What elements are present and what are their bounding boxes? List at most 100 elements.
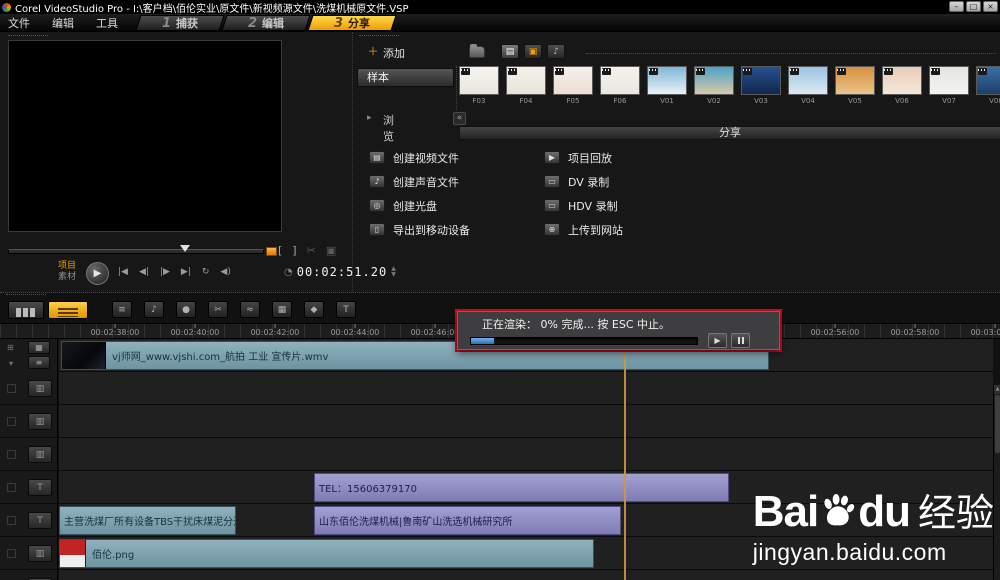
photo-media-icon[interactable]: ▣ bbox=[524, 44, 542, 59]
batch-icon[interactable]: ▦ bbox=[272, 301, 292, 318]
timeline-clip[interactable]: 佰伦.png bbox=[59, 539, 594, 568]
share-option[interactable]: ⊕ 上传到网站 bbox=[544, 222, 623, 237]
browse-label[interactable]: 浏览 bbox=[383, 112, 394, 144]
library-thumbnail[interactable]: V05 bbox=[835, 66, 875, 114]
preview-seekbar[interactable] bbox=[8, 245, 277, 256]
library-thumbnail[interactable]: F05 bbox=[553, 66, 593, 114]
seekbar-groove[interactable] bbox=[8, 249, 264, 254]
overlay-track-icon[interactable]: ▥ bbox=[28, 446, 52, 463]
track-header: ▥ bbox=[0, 438, 58, 471]
tab-share[interactable]: 3 分享 bbox=[307, 15, 397, 31]
list-view-icon[interactable]: ≡ bbox=[28, 356, 50, 369]
track-ripple-icon[interactable] bbox=[7, 417, 16, 426]
menu-item[interactable]: 文件 bbox=[8, 15, 30, 31]
gallery-category-sample[interactable]: 样本 bbox=[357, 68, 454, 87]
mark-in-icon[interactable]: [ bbox=[278, 244, 282, 257]
project-mode-label[interactable]: 项目 bbox=[58, 261, 76, 272]
overlay-track-icon[interactable]: ▥ bbox=[28, 413, 52, 430]
track-ripple-icon[interactable] bbox=[7, 516, 16, 525]
playhead[interactable] bbox=[624, 323, 626, 580]
overlay-track-icon[interactable]: ▥ bbox=[28, 380, 52, 397]
audio-media-icon[interactable]: ♪ bbox=[547, 44, 565, 59]
add-gallery-label[interactable]: 添加 bbox=[383, 45, 405, 61]
skip-start-icon[interactable]: |◀ bbox=[118, 267, 128, 277]
repeat-icon[interactable]: ↻ bbox=[202, 267, 210, 277]
clip-mode-label[interactable]: 素材 bbox=[58, 272, 76, 283]
library-thumbnail[interactable]: V01 bbox=[647, 66, 687, 114]
video-media-icon[interactable]: ▤ bbox=[501, 44, 519, 59]
film-tag-icon bbox=[555, 68, 564, 75]
maximize-button[interactable]: □ bbox=[966, 1, 981, 12]
library-thumbnail[interactable]: F04 bbox=[506, 66, 546, 114]
library-thumbnail[interactable]: V03 bbox=[741, 66, 781, 114]
menu-item[interactable]: 工具 bbox=[96, 15, 118, 31]
share-options-right: ▶ 项目回放 ▭ DV 录制 ▭ HDV 录制 ⊕ 上传到网站 bbox=[544, 150, 623, 237]
library-thumbnail[interactable]: V07 bbox=[929, 66, 969, 114]
pause-icon[interactable] bbox=[731, 333, 750, 348]
tab-edit[interactable]: 2 编辑 bbox=[221, 15, 311, 31]
share-option[interactable]: ▭ HDV 录制 bbox=[544, 198, 623, 213]
collapse-panel-button[interactable]: « bbox=[453, 112, 466, 125]
seekbar-marker[interactable] bbox=[180, 245, 190, 252]
watermark-du: du bbox=[858, 487, 911, 536]
trim-end-handle[interactable] bbox=[266, 247, 277, 256]
record-icon[interactable]: ● bbox=[176, 301, 196, 318]
track-ripple-icon[interactable] bbox=[7, 483, 16, 492]
scrollbar-thumb[interactable] bbox=[995, 395, 1000, 453]
timeline-clip[interactable]: 山东佰伦洗煤机械|鲁南矿山洗选机械研究所 bbox=[314, 506, 621, 535]
volume-icon[interactable]: ◀) bbox=[220, 267, 230, 277]
timeline-view-button[interactable] bbox=[48, 301, 88, 319]
library-thumbnail[interactable]: V06 bbox=[882, 66, 922, 114]
next-frame-icon[interactable]: |▶ bbox=[160, 267, 170, 277]
grid-view-icon[interactable]: ▦ bbox=[28, 341, 50, 354]
timeline-clip[interactable]: TEL：15606379170 bbox=[314, 473, 729, 502]
track-ripple-icon[interactable] bbox=[7, 384, 16, 393]
auto-music-icon[interactable]: ♪ bbox=[144, 301, 164, 318]
track-ripple-icon[interactable] bbox=[7, 549, 16, 558]
storyboard-view-button[interactable] bbox=[8, 301, 44, 319]
play-button[interactable]: ▶ bbox=[86, 262, 109, 285]
track-header: ▥ bbox=[0, 405, 58, 438]
thumbnail-label: F03 bbox=[472, 97, 486, 105]
import-folder-icon[interactable] bbox=[469, 44, 485, 58]
library-thumbnail[interactable]: F06 bbox=[600, 66, 640, 114]
close-button[interactable]: × bbox=[983, 1, 998, 12]
dropdown-icon[interactable]: ▾ bbox=[9, 359, 13, 368]
minimize-button[interactable]: – bbox=[949, 1, 964, 12]
share-option-label: 上传到网站 bbox=[568, 223, 623, 237]
mark-out-icon[interactable]: ] bbox=[292, 244, 296, 257]
select-track-icon[interactable]: ⊞ bbox=[7, 343, 14, 352]
scroll-up-icon[interactable]: ▲ bbox=[994, 385, 1000, 394]
library-thumbnail[interactable]: V04 bbox=[788, 66, 828, 114]
thumbnail-label: V07 bbox=[942, 97, 956, 105]
sound-mixer-icon[interactable]: ≡ bbox=[112, 301, 132, 318]
thumbnail-label: F04 bbox=[519, 97, 533, 105]
track-ripple-icon[interactable] bbox=[7, 450, 16, 459]
overlay-track-icon[interactable]: ▥ bbox=[28, 545, 52, 562]
title-track-icon[interactable]: T bbox=[28, 512, 52, 529]
subtitle-icon[interactable]: T bbox=[336, 301, 356, 318]
share-option[interactable]: ◎ 创建光盘 bbox=[369, 198, 470, 213]
share-option[interactable]: ♪ 创建声音文件 bbox=[369, 174, 470, 189]
share-option[interactable]: ▤ 创建视频文件 bbox=[369, 150, 470, 165]
menu-item[interactable]: 编辑 bbox=[52, 15, 74, 31]
scissors-icon[interactable]: ✂ bbox=[307, 244, 316, 257]
share-option[interactable]: ▭ DV 录制 bbox=[544, 174, 623, 189]
waveform-icon[interactable]: ≈ bbox=[240, 301, 260, 318]
skip-end-icon[interactable]: ▶| bbox=[181, 267, 191, 277]
preview-panel: [ ] ✂ ▣ 项目 素材 ▶ |◀ ◀| |▶ ▶| ↻ ◀) ◔ 00:02:51.2… bbox=[0, 32, 396, 292]
title-track-icon[interactable]: T bbox=[28, 479, 52, 496]
chapter-icon[interactable]: ◆ bbox=[304, 301, 324, 318]
share-option[interactable]: ▶ 项目回放 bbox=[544, 150, 623, 165]
library-thumbnail[interactable]: F03 bbox=[459, 66, 499, 114]
prev-frame-icon[interactable]: ◀| bbox=[139, 267, 149, 277]
share-option[interactable]: ▯ 导出到移动设备 bbox=[369, 222, 470, 237]
timeline-scrollbar[interactable]: ▲ ▼ bbox=[993, 385, 1000, 580]
scissors-icon[interactable]: ✂ bbox=[208, 301, 228, 318]
library-thumbnail[interactable]: V02 bbox=[694, 66, 734, 114]
enlarge-icon[interactable]: ▣ bbox=[326, 244, 336, 257]
timeline-clip[interactable]: 主营洗煤厂所有设备TBS干扰床煤泥分选机 bbox=[59, 506, 236, 535]
tab-capture[interactable]: 1 捕获 bbox=[135, 15, 225, 31]
render-play-icon[interactable]: ▶ bbox=[708, 333, 727, 348]
library-thumbnail[interactable]: V08 bbox=[976, 66, 1000, 114]
